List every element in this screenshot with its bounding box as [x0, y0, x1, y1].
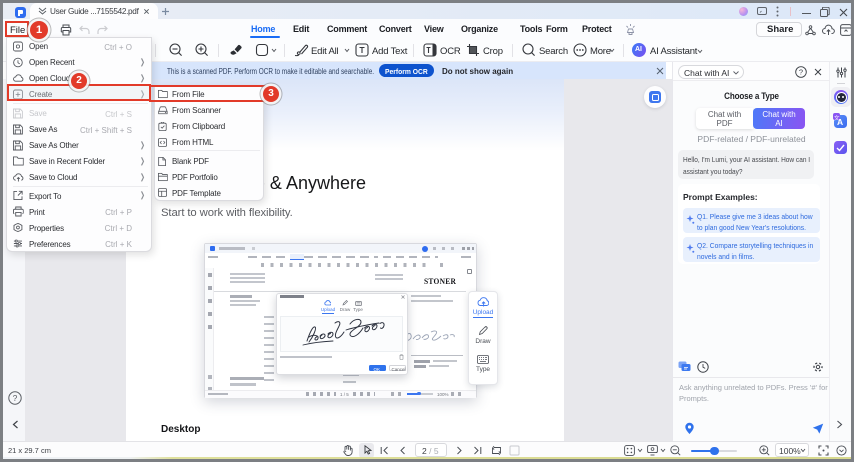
svg-text:?: ? [799, 68, 803, 77]
svg-text:?: ? [13, 393, 18, 403]
